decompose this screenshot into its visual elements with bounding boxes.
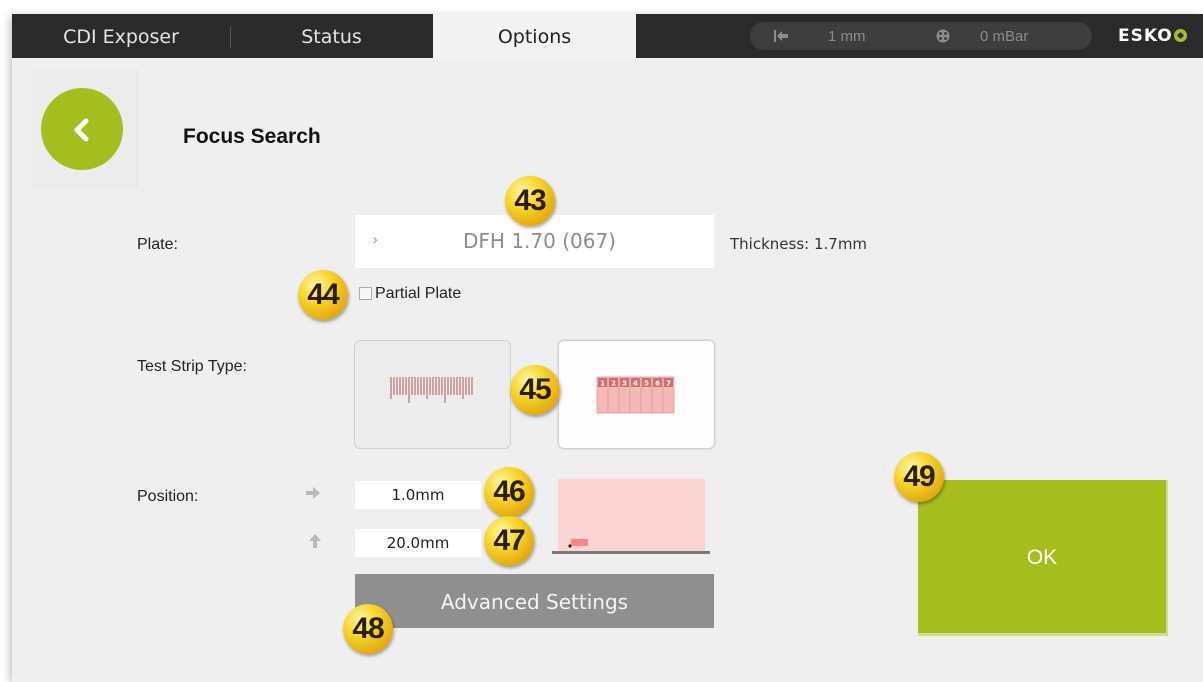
strip-number: 5 (644, 380, 649, 388)
page-title: Focus Search (183, 125, 321, 148)
numbered-strip-icon: 1 2 3 4 5 6 7 (596, 376, 675, 414)
position-label: Position: (137, 488, 199, 505)
brand-logo-icon (1173, 29, 1187, 42)
callout-badge: 49 (894, 452, 944, 502)
strip-number: 7 (666, 380, 671, 388)
partial-plate-checkbox[interactable] (359, 287, 372, 300)
vacuum-icon (936, 22, 950, 50)
callout-badge: 47 (484, 516, 534, 566)
strip-number: 1 (600, 380, 605, 388)
position-y-input[interactable]: 20.0mm (355, 529, 481, 557)
plate-label: Plate: (137, 236, 178, 253)
strip-number: 4 (633, 380, 638, 388)
top-bar: CDI Exposer Status Options 1 mm 0 mBar E… (12, 14, 1203, 58)
test-strip-type-label: Test Strip Type: (137, 358, 247, 375)
vacuum-value: 0 mBar (980, 28, 1029, 45)
esko-logo: ESKO (1118, 14, 1187, 58)
strip-number: 3 (622, 380, 627, 388)
test-strip-ruler-option[interactable] (354, 340, 511, 449)
callout-badge: 45 (510, 365, 560, 415)
plate-position-icon (774, 22, 788, 50)
strip-number: 2 (611, 380, 616, 388)
ok-button[interactable]: OK (918, 480, 1168, 636)
app-window: CDI Exposer Status Options 1 mm 0 mBar E… (12, 14, 1203, 682)
tab-cdi-exposer[interactable]: CDI Exposer (12, 14, 230, 58)
strip-number: 6 (655, 380, 660, 388)
plate-thickness: Thickness: 1.7mm (730, 235, 868, 253)
callout-badge: 44 (298, 270, 348, 320)
callout-badge: 43 (505, 176, 555, 226)
tab-status[interactable]: Status (230, 14, 433, 58)
callout-badge: 48 (343, 604, 393, 654)
back-button[interactable] (41, 88, 123, 170)
callout-badge: 46 (484, 467, 534, 517)
position-preview (552, 479, 712, 561)
status-indicator: 1 mm 0 mBar (750, 22, 1092, 50)
tab-options[interactable]: Options (433, 14, 636, 58)
position-x-input[interactable]: 1.0mm (355, 481, 481, 509)
position-value: 1 mm (828, 28, 866, 45)
brand-text: ESKO (1118, 26, 1173, 46)
test-strip-numbered-option[interactable]: 1 2 3 4 5 6 7 (558, 340, 715, 449)
ruler-strip-icon (390, 377, 473, 403)
plate-value: DFH 1.70 (067) (463, 229, 616, 253)
partial-plate-label[interactable]: Partial Plate (375, 285, 461, 303)
arrow-right-icon (306, 486, 320, 502)
chevron-left-icon (74, 118, 89, 142)
arrow-up-icon (309, 534, 321, 551)
advanced-settings-button[interactable]: Advanced Settings (355, 574, 714, 628)
